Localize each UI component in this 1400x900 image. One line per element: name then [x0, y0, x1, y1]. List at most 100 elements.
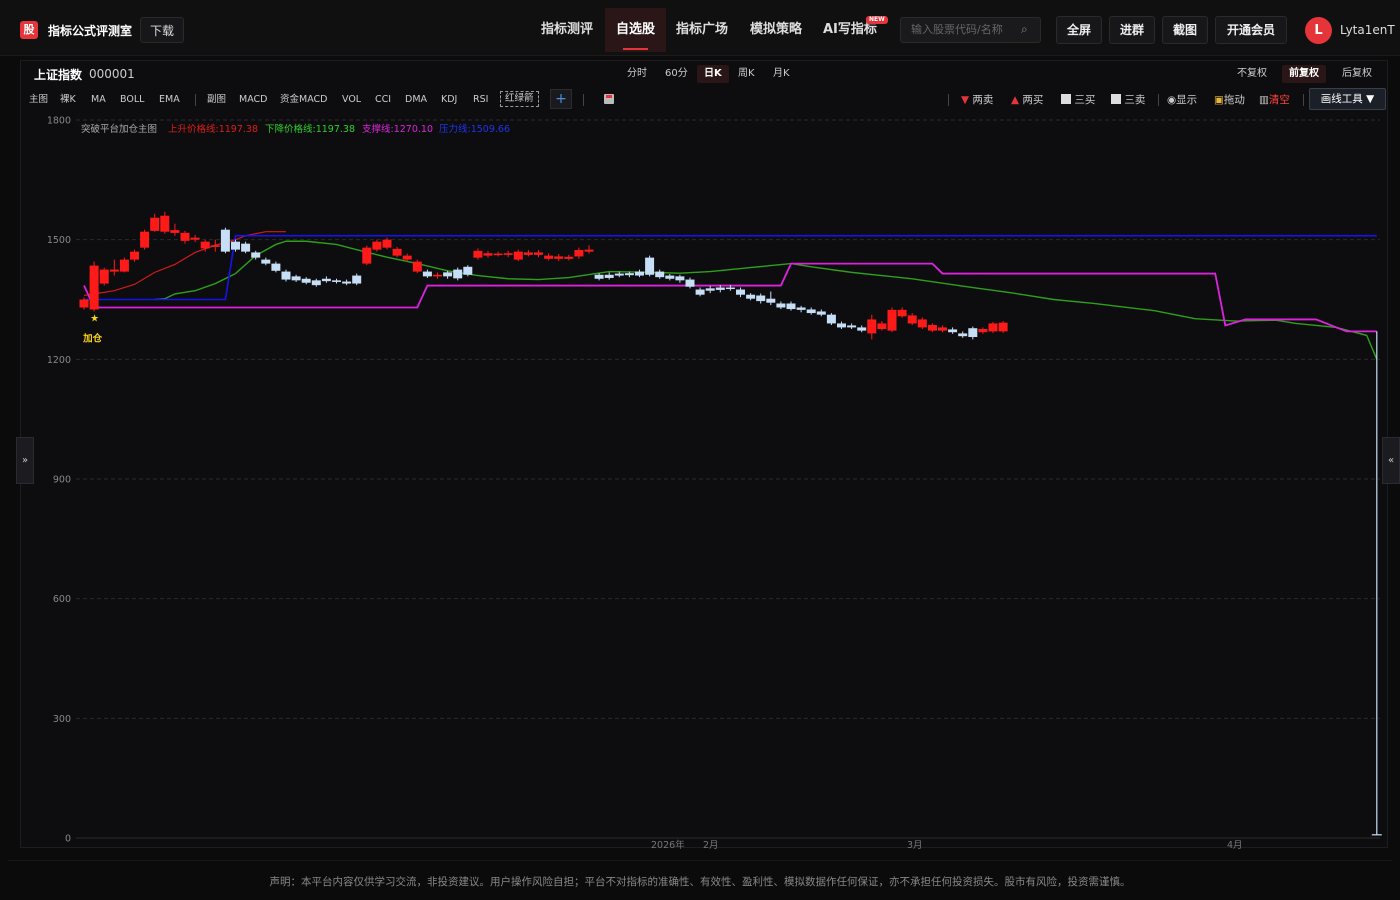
candle [857, 327, 867, 331]
chart-grid [76, 119, 1380, 839]
candle [241, 243, 251, 252]
candle [988, 323, 998, 332]
candle [99, 269, 109, 284]
candle [140, 231, 150, 248]
candle [534, 252, 543, 255]
candle [594, 274, 604, 279]
y-tick-label: 1800 [47, 116, 71, 127]
disclaimer: 声明：本平台内容仅供学习交流，非投资建议。用户操作风险自担；平台不对指标的准确性… [269, 876, 1131, 888]
candle [887, 309, 897, 331]
candle [837, 323, 846, 328]
candle [806, 309, 816, 314]
candle [746, 294, 756, 299]
candle [332, 280, 341, 282]
candle [422, 271, 432, 277]
divider [8, 860, 1392, 861]
kline-chart[interactable]: 1800 1500 1200 900 600 300 0 2026年 2月 3月 4月 突破平台加仓… [0, 0, 1400, 900]
candle [978, 329, 988, 333]
legend-up-price: 上升价格线:1197.38 [168, 123, 258, 135]
y-tick-label: 300 [53, 714, 71, 725]
candle [352, 275, 362, 284]
candle [655, 271, 665, 278]
y-tick-label: 900 [53, 475, 71, 486]
candle [89, 265, 99, 310]
candle [523, 252, 533, 255]
candle [160, 215, 170, 232]
x-tick-label: 2月 [703, 840, 719, 851]
candle [968, 328, 978, 337]
candle [392, 248, 402, 256]
x-tick-label: 3月 [907, 840, 923, 851]
candle [725, 287, 735, 290]
candle [816, 311, 826, 315]
candle [766, 298, 776, 303]
candle [231, 241, 240, 250]
y-tick-label: 1500 [47, 235, 71, 246]
candle [433, 274, 442, 277]
candle [756, 295, 766, 302]
candle [715, 287, 725, 290]
annotation-star: ★ [90, 313, 99, 324]
candle [917, 319, 927, 328]
candle [503, 253, 513, 255]
candle [119, 259, 129, 272]
candle [281, 271, 291, 280]
candle [453, 269, 463, 279]
candle [180, 232, 190, 241]
candle [109, 269, 119, 272]
candle [897, 309, 907, 317]
candle [210, 245, 220, 247]
candle [675, 276, 685, 281]
candle [291, 276, 301, 281]
candle [705, 288, 715, 291]
legend-name: 突破平台加仓主图 [81, 123, 157, 135]
axis-labels: 1800 1500 1200 900 600 300 0 2026年 2月 3月 4月 [47, 116, 1243, 852]
annotation-label: 加仓 [82, 332, 103, 344]
candle [907, 315, 917, 324]
candle [685, 279, 695, 287]
candle [796, 307, 806, 310]
candle [624, 273, 634, 276]
candle [402, 255, 412, 260]
candle [362, 247, 372, 264]
candle [251, 252, 261, 258]
candle [513, 251, 523, 260]
candle [200, 241, 210, 249]
candle [826, 314, 836, 324]
candle [261, 259, 271, 264]
candle [645, 257, 655, 275]
y-tick-label: 1200 [47, 355, 71, 366]
candle [473, 250, 483, 258]
candle [483, 253, 493, 256]
candles [79, 211, 1008, 340]
y-tick-label: 0 [65, 834, 71, 845]
candle [130, 251, 139, 260]
candle [604, 274, 614, 278]
candle [877, 323, 887, 330]
candle [382, 239, 392, 248]
candle [170, 230, 180, 233]
candle [544, 255, 554, 259]
candle [867, 319, 877, 334]
legend-down-price: 下降价格线:1197.38 [265, 123, 355, 135]
candle [220, 229, 230, 252]
candle [493, 253, 503, 256]
candle [998, 322, 1008, 332]
candle [948, 329, 958, 333]
y-tick-label: 600 [53, 594, 71, 605]
support-line [83, 262, 1377, 333]
candle [463, 266, 473, 275]
candle [938, 327, 947, 331]
candle [150, 217, 160, 231]
candle [614, 273, 624, 276]
candle [372, 241, 382, 250]
x-tick-label: 2026年 [651, 839, 685, 851]
candle [311, 280, 321, 286]
candle [574, 250, 584, 257]
candle [695, 289, 705, 295]
green-line [154, 240, 1378, 360]
candle [847, 325, 857, 328]
candle [554, 256, 564, 259]
candle [786, 303, 796, 310]
indicator-lines [83, 231, 1382, 836]
